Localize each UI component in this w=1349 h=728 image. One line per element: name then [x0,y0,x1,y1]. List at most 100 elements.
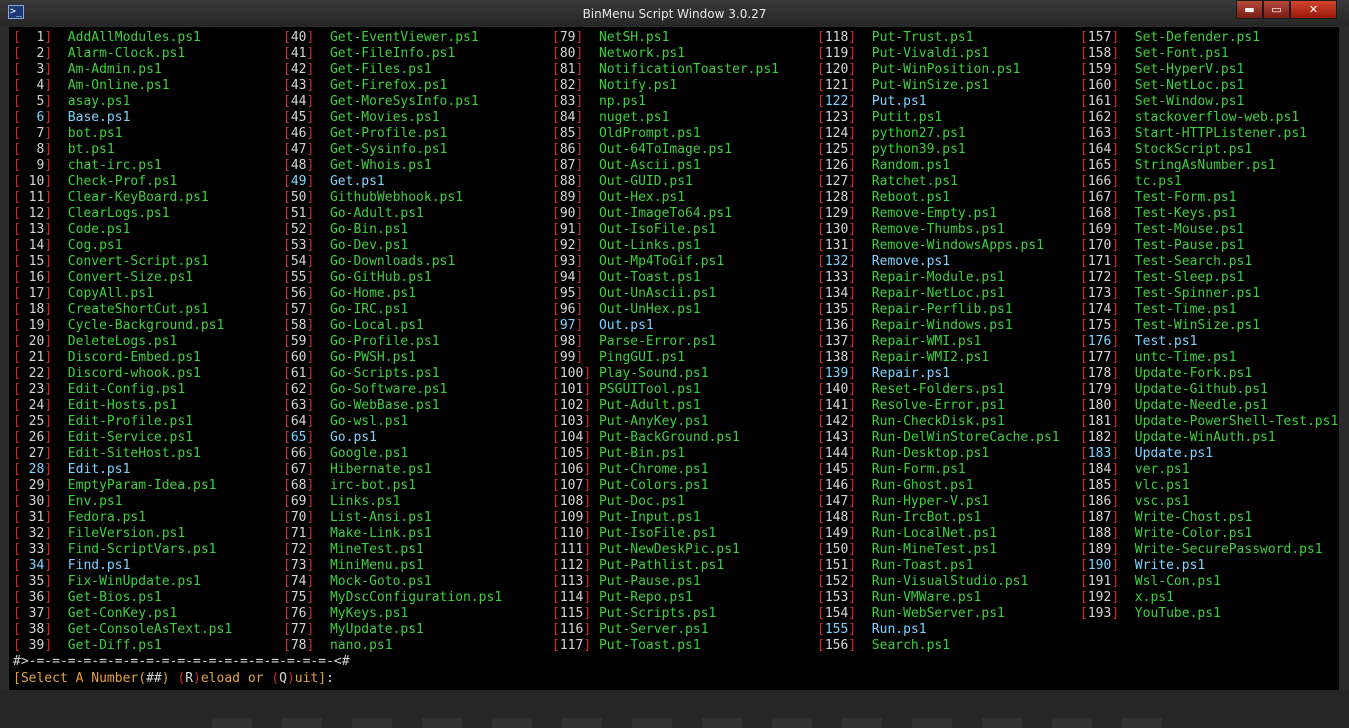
menu-item[interactable]: [63] Go-WebBase.ps1 [283,398,502,414]
menu-item[interactable]: [49] Get.ps1 [283,174,502,190]
menu-item[interactable]: [188] Write-Color.ps1 [1080,526,1338,542]
menu-item[interactable]: [149] Run-LocalNet.ps1 [817,526,1060,542]
menu-item[interactable]: [166] tc.ps1 [1080,174,1338,190]
menu-item[interactable]: [125] python39.ps1 [817,142,1060,158]
menu-item[interactable]: [131] Remove-WindowsApps.ps1 [817,238,1060,254]
menu-item[interactable]: [41] Get-FileInfo.ps1 [283,46,502,62]
menu-item[interactable]: [118] Put-Trust.ps1 [817,30,1060,46]
menu-item[interactable]: [92] Out-Links.ps1 [552,238,779,254]
menu-item[interactable]: [ 14] Cog.ps1 [13,238,232,254]
menu-item[interactable]: [134] Repair-NetLoc.ps1 [817,286,1060,302]
menu-item[interactable]: [81] NotificationToaster.ps1 [552,62,779,78]
menu-item[interactable]: [115] Put-Scripts.ps1 [552,606,779,622]
menu-item[interactable]: [ 24] Edit-Hosts.ps1 [13,398,232,414]
menu-item[interactable]: [95] Out-UnAscii.ps1 [552,286,779,302]
menu-item[interactable]: [124] python27.ps1 [817,126,1060,142]
menu-item[interactable]: [80] Network.ps1 [552,46,779,62]
menu-item[interactable]: [157] Set-Defender.ps1 [1080,30,1338,46]
menu-item[interactable]: [48] Get-Whois.ps1 [283,158,502,174]
menu-item[interactable]: [162] stackoverflow-web.ps1 [1080,110,1338,126]
menu-item[interactable]: [73] MiniMenu.ps1 [283,558,502,574]
menu-item[interactable]: [97] Out.ps1 [552,318,779,334]
minimize-button[interactable]: ▬ [1236,0,1263,19]
menu-item[interactable]: [151] Run-Toast.ps1 [817,558,1060,574]
menu-item[interactable]: [ 11] Clear-KeyBoard.ps1 [13,190,232,206]
menu-item[interactable]: [101] PSGUITool.ps1 [552,382,779,398]
menu-item[interactable]: [190] Write.ps1 [1080,558,1338,574]
menu-item[interactable]: [181] Update-PowerShell-Test.ps1 [1080,414,1338,430]
menu-item[interactable]: [66] Google.ps1 [283,446,502,462]
menu-item[interactable]: [86] Out-64ToImage.ps1 [552,142,779,158]
menu-item[interactable]: [ 6] Base.ps1 [13,110,232,126]
menu-item[interactable]: [ 22] Discord-whook.ps1 [13,366,232,382]
menu-item[interactable]: [128] Reboot.ps1 [817,190,1060,206]
close-button[interactable]: ✕ [1290,0,1337,19]
menu-item[interactable]: [ 23] Edit-Config.ps1 [13,382,232,398]
menu-item[interactable]: [56] Go-Home.ps1 [283,286,502,302]
menu-item[interactable]: [133] Repair-Module.ps1 [817,270,1060,286]
menu-item[interactable]: [57] Go-IRC.ps1 [283,302,502,318]
menu-item[interactable]: [113] Put-Pause.ps1 [552,574,779,590]
menu-item[interactable]: [175] Test-WinSize.ps1 [1080,318,1338,334]
menu-item[interactable]: [64] Go-wsl.ps1 [283,414,502,430]
menu-item[interactable]: [93] Out-Mp4ToGif.ps1 [552,254,779,270]
menu-item[interactable]: [ 9] chat-irc.ps1 [13,158,232,174]
menu-item[interactable]: [ 13] Code.ps1 [13,222,232,238]
menu-item[interactable]: [117] Put-Toast.ps1 [552,638,779,654]
menu-item[interactable]: [59] Go-Profile.ps1 [283,334,502,350]
menu-item[interactable]: [178] Update-Fork.ps1 [1080,366,1338,382]
menu-item[interactable]: [60] Go-PWSH.ps1 [283,350,502,366]
menu-item[interactable]: [119] Put-Vivaldi.ps1 [817,46,1060,62]
menu-item[interactable]: [69] Links.ps1 [283,494,502,510]
menu-item[interactable]: [163] Start-HTTPListener.ps1 [1080,126,1338,142]
menu-item[interactable]: [ 3] Am-Admin.ps1 [13,62,232,78]
menu-item[interactable]: [ 25] Edit-Profile.ps1 [13,414,232,430]
title-bar[interactable]: >_ BinMenu Script Window 3.0.27 ▬ ▭ ✕ [0,0,1349,26]
menu-item[interactable]: [193] YouTube.ps1 [1080,606,1338,622]
console-output[interactable]: [ 1] AddAllModules.ps1[ 2] Alarm-Clock.p… [9,27,1339,690]
menu-item[interactable]: [182] Update-WinAuth.ps1 [1080,430,1338,446]
menu-item[interactable]: [137] Repair-WMI.ps1 [817,334,1060,350]
menu-item[interactable]: [ 5] asay.ps1 [13,94,232,110]
menu-item[interactable]: [78] nano.ps1 [283,638,502,654]
menu-item[interactable]: [110] Put-IsoFile.ps1 [552,526,779,542]
menu-item[interactable]: [75] MyDscConfiguration.ps1 [283,590,502,606]
menu-item[interactable]: [104] Put-BackGround.ps1 [552,430,779,446]
menu-item[interactable]: [88] Out-GUID.ps1 [552,174,779,190]
menu-item[interactable]: [165] StringAsNumber.ps1 [1080,158,1338,174]
menu-item[interactable]: [161] Set-Window.ps1 [1080,94,1338,110]
menu-item[interactable]: [100] Play-Sound.ps1 [552,366,779,382]
menu-item[interactable]: [54] Go-Downloads.ps1 [283,254,502,270]
menu-item[interactable]: [184] ver.ps1 [1080,462,1338,478]
menu-item[interactable]: [185] vlc.ps1 [1080,478,1338,494]
menu-item[interactable]: [138] Repair-WMI2.ps1 [817,350,1060,366]
menu-item[interactable]: [143] Run-DelWinStoreCache.ps1 [817,430,1060,446]
menu-item[interactable]: [ 27] Edit-SiteHost.ps1 [13,446,232,462]
menu-item[interactable]: [76] MyKeys.ps1 [283,606,502,622]
menu-item[interactable]: [142] Run-CheckDisk.ps1 [817,414,1060,430]
menu-item[interactable]: [ 38] Get-ConsoleAsText.ps1 [13,622,232,638]
menu-item[interactable]: [ 35] Fix-WinUpdate.ps1 [13,574,232,590]
menu-item[interactable]: [144] Run-Desktop.ps1 [817,446,1060,462]
menu-item[interactable]: [103] Put-AnyKey.ps1 [552,414,779,430]
menu-item[interactable]: [ 37] Get-ConKey.ps1 [13,606,232,622]
menu-item[interactable]: [176] Test.ps1 [1080,334,1338,350]
menu-item[interactable]: [ 34] Find.ps1 [13,558,232,574]
menu-item[interactable]: [55] Go-GitHub.ps1 [283,270,502,286]
menu-item[interactable]: [82] Notify.ps1 [552,78,779,94]
menu-item[interactable]: [114] Put-Repo.ps1 [552,590,779,606]
menu-item[interactable]: [89] Out-Hex.ps1 [552,190,779,206]
menu-item[interactable]: [126] Random.ps1 [817,158,1060,174]
menu-item[interactable]: [123] Putit.ps1 [817,110,1060,126]
menu-item[interactable]: [158] Set-Font.ps1 [1080,46,1338,62]
menu-item[interactable]: [98] Parse-Error.ps1 [552,334,779,350]
menu-item[interactable]: [71] Make-Link.ps1 [283,526,502,542]
menu-item[interactable]: [189] Write-SecurePassword.ps1 [1080,542,1338,558]
menu-item[interactable]: [96] Out-UnHex.ps1 [552,302,779,318]
menu-item[interactable]: [68] irc-bot.ps1 [283,478,502,494]
menu-item[interactable]: [74] Mock-Goto.ps1 [283,574,502,590]
menu-item[interactable]: [83] np.ps1 [552,94,779,110]
menu-item[interactable]: [111] Put-NewDeskPic.ps1 [552,542,779,558]
menu-item[interactable]: [62] Go-Software.ps1 [283,382,502,398]
menu-item[interactable]: [ 18] CreateShortCut.ps1 [13,302,232,318]
